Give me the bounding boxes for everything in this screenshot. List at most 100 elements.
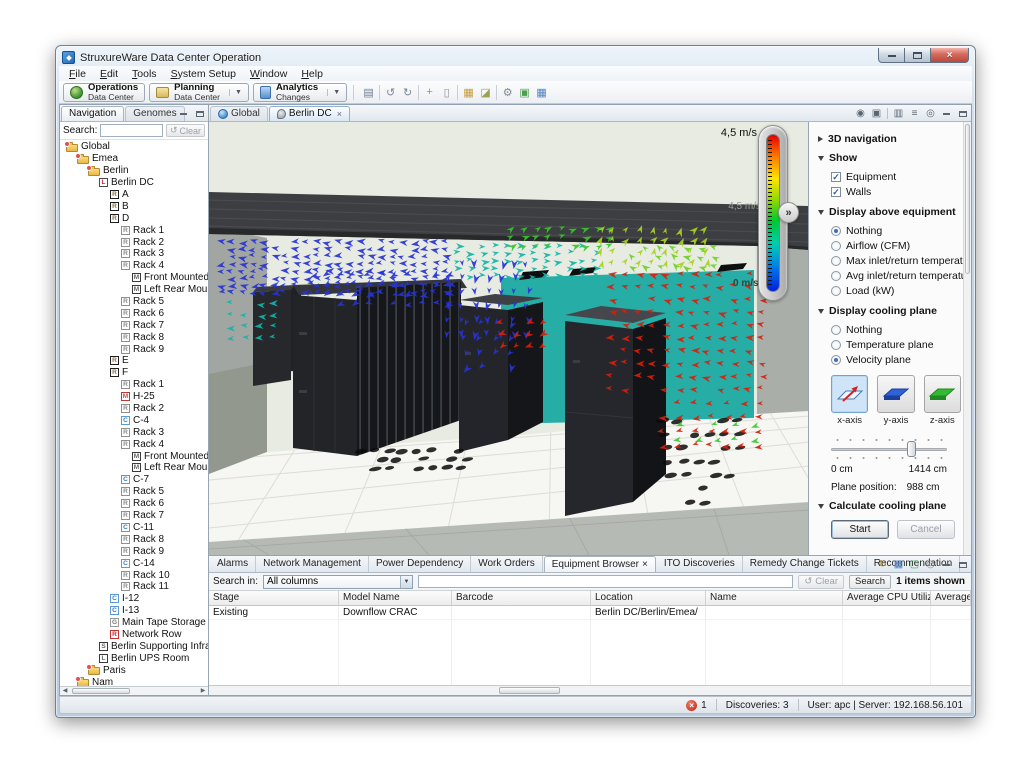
tree-item-rack-10[interactable]: RRack 10 (60, 569, 208, 581)
scroll-left-icon[interactable]: ◀ (60, 687, 70, 695)
minimize-view-icon[interactable] (178, 108, 189, 119)
column-header-name[interactable]: Name (706, 591, 843, 606)
menu-system-setup[interactable]: System Setup (165, 67, 242, 81)
display-above-option-load-kw[interactable]: Load (kW) (831, 283, 961, 298)
search-input[interactable] (100, 124, 162, 137)
chevron-down-icon[interactable]: ▼ (327, 89, 340, 96)
table-view-icon[interactable]: ▦ (893, 559, 904, 570)
fit-view-icon[interactable]: ◉ (855, 108, 866, 119)
section-3d-navigation[interactable]: 3D navigation (818, 133, 961, 145)
display-above-option-airflow-cfm[interactable]: Airflow (CFM) (831, 238, 961, 253)
tree-item-b[interactable]: RB (60, 200, 208, 212)
tree-item-rack-5[interactable]: RRack 5 (60, 486, 208, 498)
minimize-view-icon[interactable] (941, 108, 952, 119)
column-header-model-name[interactable]: Model Name (339, 591, 452, 606)
start-button[interactable]: Start (831, 520, 889, 539)
pin-view-icon[interactable]: ◎ (925, 559, 936, 570)
bottom-tab-equipment-browser[interactable]: Equipment Browser× (544, 556, 656, 572)
tree-item-i-13[interactable]: CI-13 (60, 605, 208, 617)
tools-icon[interactable]: ⚙ (499, 84, 516, 101)
export-image-icon[interactable]: ▦ (460, 84, 477, 101)
maximize-view-icon[interactable] (957, 559, 968, 570)
minimize-button[interactable] (878, 48, 905, 63)
menu-help[interactable]: Help (295, 67, 329, 81)
tree-item-rack-9[interactable]: RRack 9 (60, 343, 208, 355)
editor-tab-global[interactable]: Global (210, 106, 268, 121)
tree-item-berlin-dc[interactable]: LBerlin DC (60, 177, 208, 189)
table-hscrollbar[interactable] (209, 685, 971, 695)
menu-file[interactable]: File (63, 67, 92, 81)
sidebar-tab-navigation[interactable]: Navigation (61, 106, 124, 121)
cooling-plane-option-nothing[interactable]: Nothing (831, 322, 961, 337)
equipment-search-input[interactable] (418, 575, 793, 588)
maximize-view-icon[interactable] (194, 108, 205, 119)
redo-icon[interactable]: ↻ (399, 84, 416, 101)
clear-search-button[interactable]: ↺Clear (166, 124, 205, 137)
view-menu-icon[interactable]: ≡ (909, 108, 920, 119)
tree-item-rack-1[interactable]: RRack 1 (60, 224, 208, 236)
bottom-tab-remedy-change-tickets[interactable]: Remedy Change Tickets (743, 556, 867, 572)
tree-item-paris[interactable]: Paris (60, 664, 208, 676)
pin-icon[interactable]: + (421, 84, 438, 101)
section-display-above[interactable]: Display above equipment (818, 206, 961, 218)
split-view-icon[interactable]: ▥ (893, 108, 904, 119)
search-button[interactable]: Search (849, 575, 891, 589)
tree-item-nam[interactable]: Nam (60, 676, 208, 686)
tree-item-berlin-supporting-infrastru[interactable]: SBerlin Supporting Infrastru (60, 640, 208, 652)
tree-item-front-mounted[interactable]: MFront Mounted (60, 272, 208, 284)
scrollbar-thumb[interactable] (499, 687, 560, 694)
tree-item-rack-5[interactable]: RRack 5 (60, 296, 208, 308)
tree-item-front-mounted[interactable]: MFront Mounted (60, 450, 208, 462)
tree-item-rack-6[interactable]: RRack 6 (60, 307, 208, 319)
table-row[interactable]: ExistingDownflow CRACBerlin DC/Berlin/Em… (209, 606, 971, 620)
tree-item-c-11[interactable]: CC-11 (60, 522, 208, 534)
tree-item-c-4[interactable]: CC-4 (60, 414, 208, 426)
y-axis-button[interactable] (877, 375, 914, 413)
paste-icon[interactable]: ▯ (438, 84, 455, 101)
bottom-tab-alarms[interactable]: Alarms (210, 556, 256, 572)
cancel-button[interactable]: Cancel (897, 520, 955, 539)
cooling-plane-option-temperature-plane[interactable]: Temperature plane (831, 337, 961, 352)
x-axis-button[interactable] (831, 375, 868, 413)
3d-viewport[interactable]: 4,5 m/s 4,5 m/s 0 m/s » (209, 122, 809, 555)
section-cooling-plane[interactable]: Display cooling plane (818, 305, 961, 317)
tree-item-emea[interactable]: Emea (60, 153, 208, 165)
sync-icon[interactable]: ↻ (877, 559, 888, 570)
tree-item-c-14[interactable]: CC-14 (60, 557, 208, 569)
column-header-average-pow[interactable]: Average Pow (931, 591, 971, 606)
tree-item-left-rear-moun[interactable]: MLeft Rear Moun (60, 284, 208, 296)
tree-item-rack-8[interactable]: RRack 8 (60, 331, 208, 343)
tree-item-rack-4[interactable]: RRack 4 (60, 438, 208, 450)
menu-tools[interactable]: Tools (126, 67, 163, 81)
camera-icon[interactable]: ▣ (871, 108, 882, 119)
section-show[interactable]: Show (818, 152, 961, 164)
tree-item-rack-9[interactable]: RRack 9 (60, 545, 208, 557)
tree-item-berlin[interactable]: Berlin (60, 165, 208, 177)
table-icon[interactable]: ▦ (533, 84, 550, 101)
section-calculate[interactable]: Calculate cooling plane (818, 500, 961, 512)
close-icon[interactable]: × (642, 559, 648, 570)
bottom-tab-network-management[interactable]: Network Management (256, 556, 369, 572)
column-filter-dropdown[interactable]: All columns ▼ (263, 575, 413, 589)
maximize-button[interactable] (904, 48, 931, 63)
menu-edit[interactable]: Edit (94, 67, 124, 81)
tree-item-e[interactable]: RE (60, 355, 208, 367)
column-header-stage[interactable]: Stage (209, 591, 339, 606)
alarm-icon[interactable]: × (686, 700, 697, 711)
tree-item-rack-1[interactable]: RRack 1 (60, 379, 208, 391)
eraser-icon[interactable]: ◪ (477, 84, 494, 101)
tree-item-rack-3[interactable]: RRack 3 (60, 248, 208, 260)
menu-window[interactable]: Window (244, 67, 293, 81)
undo-icon[interactable]: ↺ (382, 84, 399, 101)
operations-perspective-button[interactable]: OperationsData Center (63, 83, 145, 102)
tree-item-main-tape-storage[interactable]: GMain Tape Storage (60, 617, 208, 629)
analytics-perspective-button[interactable]: AnalyticsChanges▼ (253, 83, 347, 102)
tree-item-rack-6[interactable]: RRack 6 (60, 498, 208, 510)
tree-item-c-7[interactable]: CC-7 (60, 474, 208, 486)
tree-item-rack-4[interactable]: RRack 4 (60, 260, 208, 272)
cooling-plane-option-velocity-plane[interactable]: Velocity plane (831, 352, 961, 367)
display-above-option-avg-inlet-return-temperature[interactable]: Avg inlet/return temperature (831, 268, 961, 283)
tree-item-berlin-ups-room[interactable]: LBerlin UPS Room (60, 652, 208, 664)
scrollbar-thumb[interactable] (72, 688, 130, 694)
sidebar-hscrollbar[interactable]: ◀ ▶ (60, 686, 208, 695)
